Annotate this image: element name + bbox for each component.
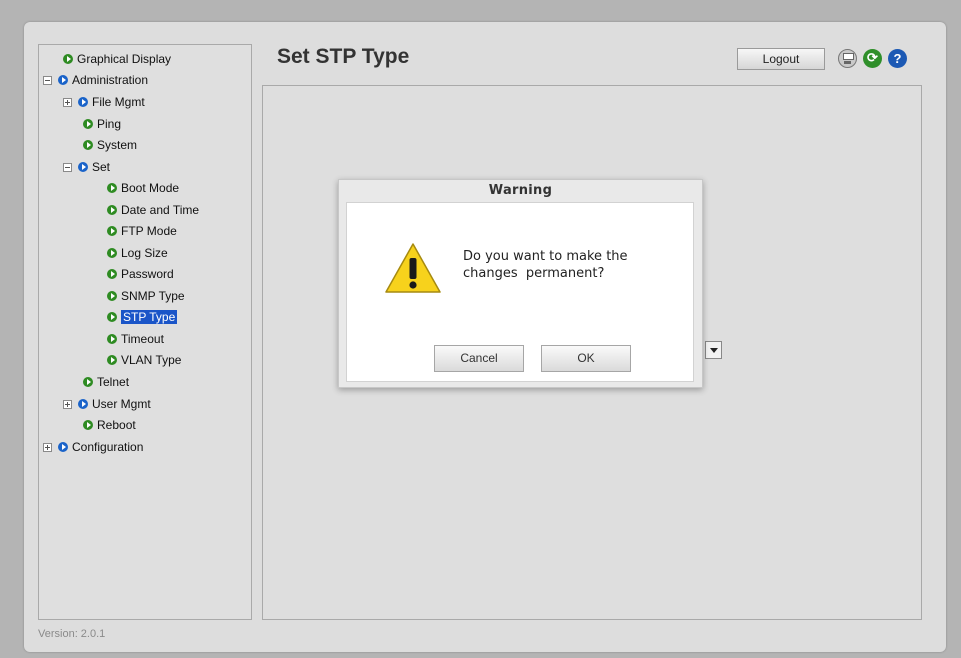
green-bullet-icon [107, 205, 117, 215]
stp-type-dropdown-arrow[interactable] [705, 341, 722, 359]
sidebar-item-label: Telnet [97, 375, 130, 389]
expand-icon[interactable] [63, 399, 72, 409]
expand-icon[interactable] [43, 442, 52, 452]
sidebar-item-label: Boot Mode [121, 181, 180, 195]
sidebar-item-timeout[interactable]: Timeout [107, 329, 164, 349]
green-bullet-icon [107, 269, 117, 279]
sidebar-item-label: Ping [97, 117, 122, 131]
sidebar-item-ftp-mode[interactable]: FTP Mode [107, 221, 177, 241]
sidebar-item-file-mgmt[interactable]: File Mgmt [63, 92, 145, 112]
blue-bullet-icon [78, 399, 88, 409]
sidebar-item-label: User Mgmt [92, 397, 151, 411]
green-bullet-icon [63, 54, 73, 64]
cancel-button[interactable]: Cancel [434, 345, 524, 372]
green-bullet-icon [107, 248, 117, 258]
sidebar-item-set[interactable]: Set [63, 157, 110, 177]
sidebar-item-label: SNMP Type [121, 289, 185, 303]
version-label: Version: 2.0.1 [38, 628, 106, 640]
sidebar-item-label: Set [92, 160, 111, 174]
navigation-sidebar: Graphical Display Administration File Mg… [38, 44, 252, 620]
sidebar-item-user-mgmt[interactable]: User Mgmt [63, 394, 151, 414]
sidebar-item-vlan-type[interactable]: VLAN Type [107, 350, 181, 370]
green-bullet-icon [83, 377, 93, 387]
ok-button[interactable]: OK [541, 345, 631, 372]
sidebar-item-label: Configuration [72, 440, 144, 454]
sidebar-item-password[interactable]: Password [107, 264, 174, 284]
blue-bullet-icon [78, 97, 88, 107]
green-bullet-icon [107, 291, 117, 301]
save-icon[interactable] [838, 49, 857, 68]
dialog-title: Warning [488, 183, 553, 198]
help-icon[interactable]: ? [888, 49, 907, 68]
sidebar-item-date-and-time[interactable]: Date and Time [107, 200, 199, 220]
sidebar-item-label: Date and Time [121, 203, 200, 217]
sidebar-item-stp-type[interactable]: STP Type [107, 307, 178, 327]
sidebar-item-label: Timeout [121, 332, 164, 346]
sidebar-item-label: STP Type [121, 310, 178, 324]
sidebar-item-system[interactable]: System [83, 135, 137, 155]
dialog-message-line: changes permanent? [463, 266, 605, 281]
green-bullet-icon [107, 334, 117, 344]
green-bullet-icon [107, 183, 117, 193]
sidebar-item-snmp-type[interactable]: SNMP Type [107, 286, 185, 306]
refresh-icon[interactable]: ⟳ [863, 49, 882, 68]
expand-icon[interactable] [63, 97, 72, 107]
blue-bullet-icon [58, 442, 68, 452]
sidebar-item-label: Graphical Display [77, 52, 172, 66]
dialog-message-line: Do you want to make the [463, 249, 628, 264]
sidebar-item-label: Administration [72, 73, 149, 87]
page-title: Set STP Type [277, 45, 410, 68]
sidebar-item-configuration[interactable]: Configuration [43, 437, 143, 457]
logout-button[interactable]: Logout [737, 48, 825, 70]
sidebar-item-label: File Mgmt [92, 95, 145, 109]
sidebar-item-log-size[interactable]: Log Size [107, 243, 168, 263]
sidebar-item-telnet[interactable]: Telnet [83, 372, 129, 392]
sidebar-item-label: System [97, 138, 138, 152]
warning-icon [385, 243, 441, 293]
blue-bullet-icon [58, 75, 68, 85]
collapse-icon[interactable] [43, 75, 52, 85]
sidebar-item-label: FTP Mode [121, 224, 177, 238]
sidebar-item-graphical-display[interactable]: Graphical Display [63, 49, 171, 69]
collapse-icon[interactable] [63, 162, 72, 172]
sidebar-item-reboot[interactable]: Reboot [83, 415, 136, 435]
sidebar-item-administration[interactable]: Administration [43, 70, 148, 90]
sidebar-item-boot-mode[interactable]: Boot Mode [107, 178, 179, 198]
sidebar-item-label: VLAN Type [121, 353, 182, 367]
sidebar-item-label: Log Size [121, 246, 168, 260]
green-bullet-icon [83, 119, 93, 129]
dialog-message: Do you want to make the changes permanen… [463, 248, 673, 282]
green-bullet-icon [107, 312, 117, 322]
sidebar-item-label: Reboot [97, 418, 136, 432]
green-bullet-icon [83, 140, 93, 150]
blue-bullet-icon [78, 162, 88, 172]
green-bullet-icon [107, 226, 117, 236]
green-bullet-icon [83, 420, 93, 430]
green-bullet-icon [107, 355, 117, 365]
sidebar-item-ping[interactable]: Ping [83, 114, 121, 134]
sidebar-item-label: Password [121, 267, 174, 281]
dialog-body: Do you want to make the changes permanen… [346, 202, 694, 382]
warning-dialog: Warning Do you want to make the changes … [338, 179, 703, 388]
